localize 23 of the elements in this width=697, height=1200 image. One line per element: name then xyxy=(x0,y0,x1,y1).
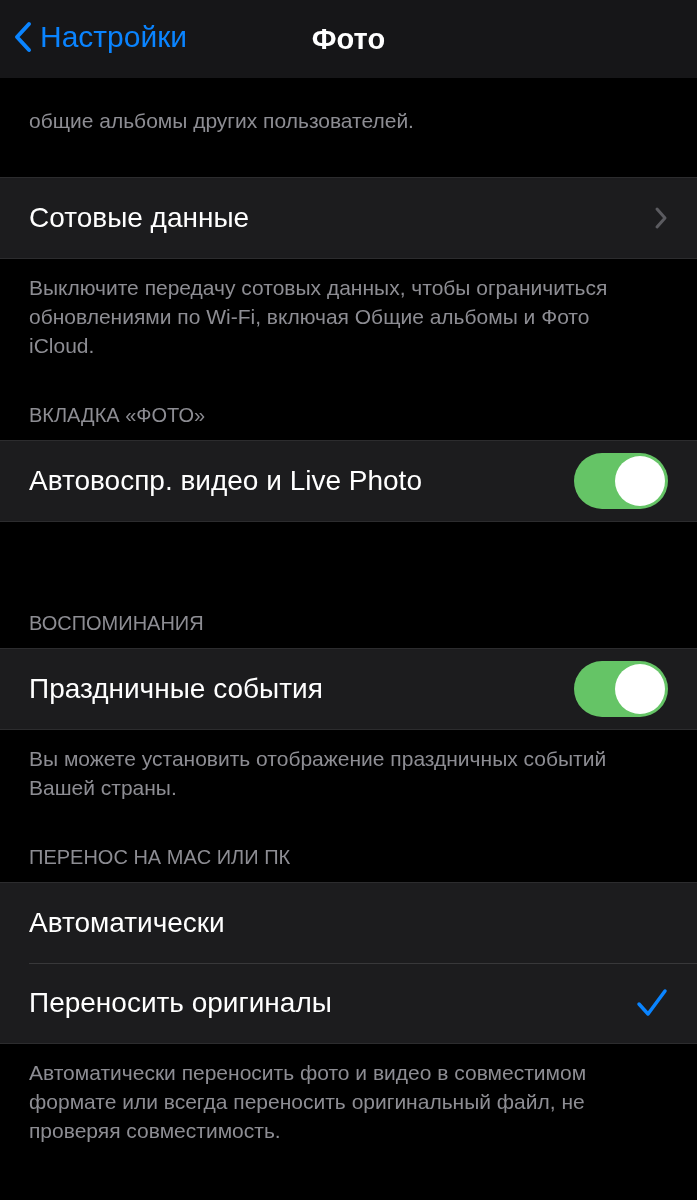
settings-row[interactable]: Сотовые данные xyxy=(0,178,697,258)
toggle-switch[interactable] xyxy=(574,453,668,509)
row-label: Праздничные события xyxy=(29,673,323,705)
row-label: Автоматически xyxy=(29,907,225,939)
section-header: ВКЛАДКА «ФОТО» xyxy=(28,403,207,428)
section-footer: Вы можете установить отображение праздничных событий Вашей страны. xyxy=(0,730,697,802)
settings-row[interactable]: Переносить оригиналы xyxy=(0,963,697,1043)
row-label: Автовоспр. видео и Live Photo xyxy=(29,465,422,497)
section-header: ВОСПОМИНАНИЯ xyxy=(28,611,205,636)
back-chevron-icon xyxy=(14,21,32,53)
back-button[interactable]: Настройки xyxy=(14,20,188,54)
section-footer: Выключите передачу сотовых данных, чтобы ограничиться обновлениями по Wi-Fi, включая Общие альбомы и Фото iCloud. xyxy=(0,259,697,360)
settings-row[interactable]: Автовоспр. видео и Live Photo xyxy=(0,441,697,521)
row-label: Переносить оригиналы xyxy=(29,987,332,1019)
settings-row[interactable]: Праздничные события xyxy=(0,649,697,729)
toggle-switch[interactable] xyxy=(574,661,668,717)
section-footer: общие альбомы других пользователей. xyxy=(0,92,697,135)
section-footer: Автоматически переносить фото и видео в совместимом формате или всегда переносить оригинальный файл, не проверяя совместимость. xyxy=(0,1044,697,1145)
row-label: Сотовые данные xyxy=(29,202,250,234)
settings-row[interactable]: Автоматически xyxy=(0,883,697,963)
chevron-icon xyxy=(654,206,668,230)
section-header: ПЕРЕНОС НА MAC ИЛИ ПК xyxy=(28,845,292,870)
screen-title: Фото xyxy=(311,22,386,56)
